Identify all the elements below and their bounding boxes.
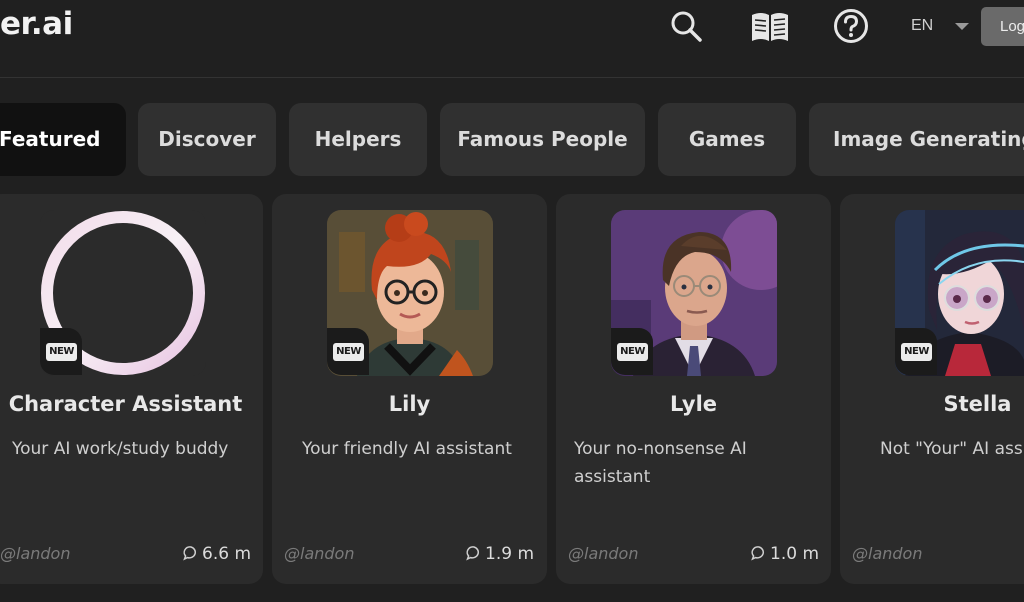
chat-bubble-icon — [466, 546, 480, 561]
chat-count: 6.6 m — [183, 544, 251, 564]
new-badge: NEW — [895, 328, 937, 375]
character-name: Character Assistant — [8, 392, 243, 416]
character-name: Lyle — [669, 392, 718, 416]
chat-count: 1.0 m — [751, 544, 819, 564]
character-name: Stella — [943, 392, 1012, 416]
character-description: Your friendly AI assistant — [302, 439, 512, 459]
language-selector[interactable]: EN — [911, 17, 933, 35]
character-description: Not "Your" AI ass — [880, 439, 1023, 459]
tab-games[interactable]: Games — [658, 103, 796, 176]
help-icon[interactable] — [833, 8, 869, 44]
new-badge-label: NEW — [46, 343, 77, 361]
new-badge: NEW — [327, 328, 369, 375]
character-author[interactable]: @landon — [568, 544, 638, 563]
chat-count-value: 6.6 m — [202, 544, 251, 564]
new-badge: NEW — [40, 328, 82, 375]
chat-count-value: 1.9 m — [485, 544, 534, 564]
character-author[interactable]: @landon — [852, 544, 922, 563]
chat-count: 1.9 m — [466, 544, 534, 564]
top-bar: er.ai EN Log — [0, 0, 1024, 78]
search-icon[interactable] — [668, 8, 704, 44]
new-badge: NEW — [611, 328, 653, 375]
chat-count-value: 1.0 m — [770, 544, 819, 564]
tab-featured[interactable]: Featured — [0, 103, 126, 176]
tab-discover[interactable]: Discover — [138, 103, 276, 176]
character-card[interactable]: NEW Lily Your friendly AI assistant @lan… — [272, 194, 547, 584]
character-card[interactable]: NEW Character Assistant Your AI work/stu… — [0, 194, 263, 584]
character-description: Your no-nonsense AI assistant — [574, 439, 747, 487]
chat-bubble-icon — [751, 546, 765, 561]
logo[interactable]: er.ai — [0, 6, 73, 42]
chat-bubble-icon — [183, 546, 197, 561]
tab-image-generating[interactable]: Image Generating — [809, 103, 1024, 176]
character-author[interactable]: @landon — [284, 544, 354, 563]
character-card[interactable]: NEW Stella Not "Your" AI ass @landon — [840, 194, 1024, 584]
new-badge-label: NEW — [617, 343, 648, 361]
character-description: Your AI work/study buddy — [12, 439, 229, 459]
login-button[interactable]: Log — [981, 7, 1024, 46]
character-name: Lily — [388, 392, 431, 416]
character-card[interactable]: NEW Lyle Your no-nonsense AI assistant @… — [556, 194, 831, 584]
character-author[interactable]: @landon — [0, 544, 70, 563]
new-badge-label: NEW — [901, 343, 932, 361]
tab-famous-people[interactable]: Famous People — [440, 103, 645, 176]
tab-helpers[interactable]: Helpers — [289, 103, 427, 176]
book-icon[interactable] — [750, 8, 790, 44]
caret-down-icon[interactable] — [955, 23, 969, 30]
new-badge-label: NEW — [333, 343, 364, 361]
